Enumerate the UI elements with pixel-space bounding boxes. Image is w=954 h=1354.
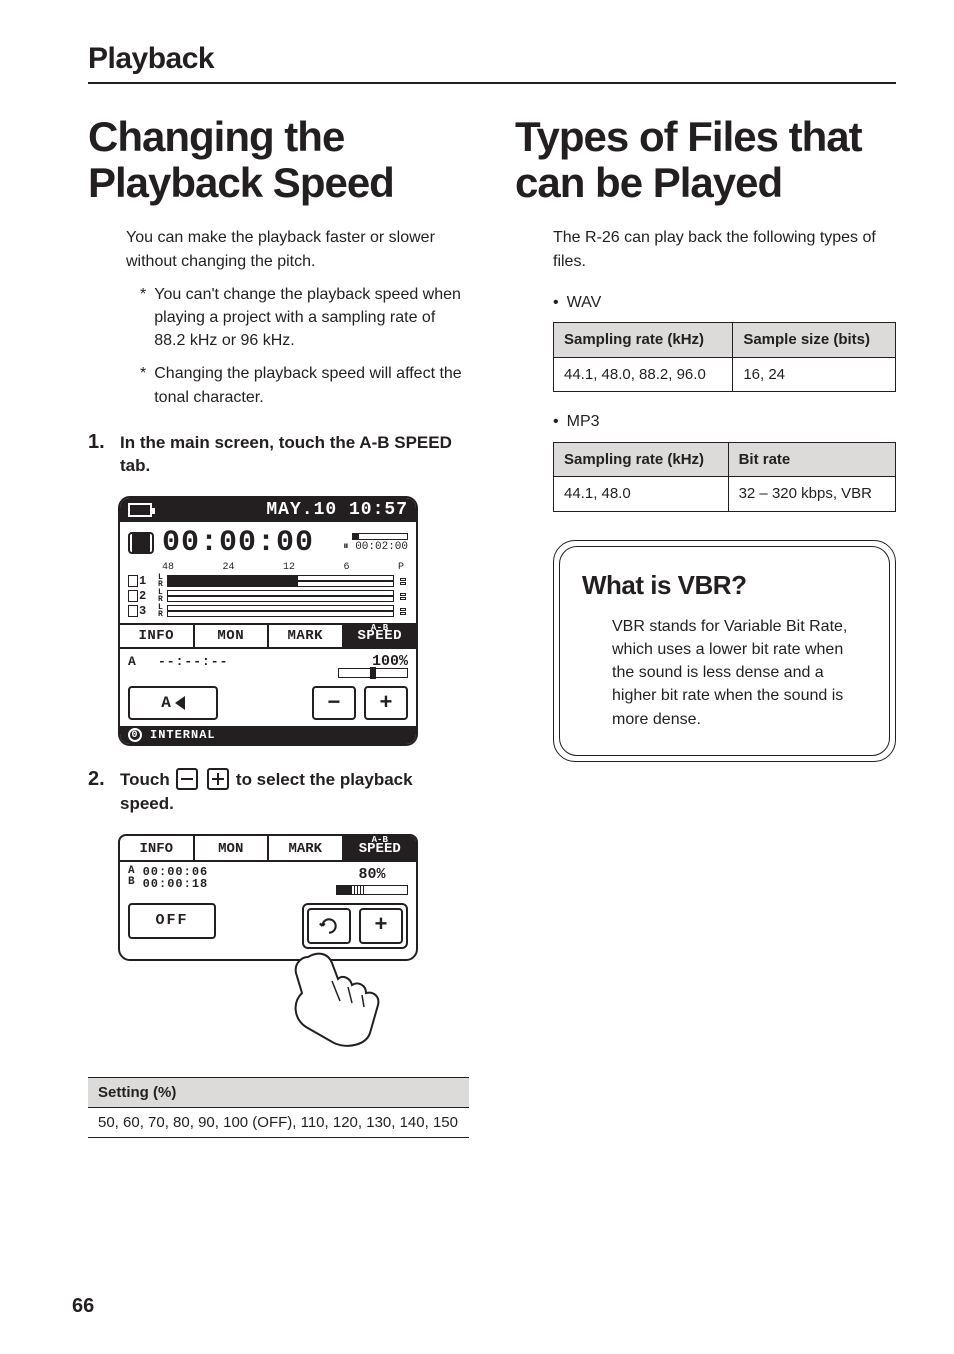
intro-text: You can make the playback faster or slow…	[126, 226, 469, 272]
loop-minus-icon	[319, 916, 339, 936]
level-meter	[167, 581, 394, 587]
scale-tick: 48	[162, 562, 174, 573]
step-2: 2. Touch to select the playback speed.	[88, 768, 469, 816]
tab-ab-speed[interactable]: A-BSPEED	[344, 625, 417, 647]
speed-slider	[338, 668, 408, 678]
note-item: * Changing the playback speed will affec…	[140, 362, 469, 408]
battery-icon	[128, 503, 152, 517]
right-column: Types of Files that can be Played The R-…	[515, 114, 896, 1138]
heading-changing-speed: Changing the Playback Speed	[88, 114, 469, 206]
lcd-speed-tab-figure: INFO MON MARK A-BSPEED AB 00:00:0600:00:…	[118, 834, 469, 1051]
remaining-time: 00:02:00	[355, 541, 408, 553]
scale-tick: 6	[343, 562, 349, 573]
note-text: You can't change the playback speed when…	[154, 283, 469, 353]
intro-text: The R-26 can play back the following typ…	[553, 226, 896, 272]
speaker-icon	[128, 575, 138, 587]
section-header: Playback	[88, 42, 896, 84]
table-header: Bit rate	[728, 442, 895, 477]
mp3-table: Sampling rate (kHz) Bit rate 44.1, 48.0 …	[553, 442, 896, 513]
note-text: Changing the playback speed will affect …	[154, 362, 469, 408]
vbr-callout: What is VBR? VBR stands for Variable Bit…	[553, 540, 896, 762]
callout-title: What is VBR?	[582, 567, 867, 605]
storage-index-icon: 0	[128, 728, 142, 742]
bullet-mp3: • MP3	[553, 410, 896, 433]
scale-tick: 24	[222, 562, 234, 573]
table-cell: 44.1, 48.0, 88.2, 96.0	[554, 357, 733, 392]
step-text: In the main screen, touch the A-B SPEED …	[120, 431, 469, 479]
tab-mon[interactable]: MON	[195, 836, 270, 860]
note-item: * You can't change the playback speed wh…	[140, 283, 469, 353]
table-header: Sample size (bits)	[733, 322, 896, 357]
table-header: Sampling rate (kHz)	[554, 442, 729, 477]
stop-icon	[128, 532, 154, 554]
tab-ab-speed[interactable]: A-BSPEED	[344, 836, 417, 860]
table-cell: 44.1, 48.0	[554, 477, 729, 512]
setting-values: 50, 60, 70, 80, 90, 100 (OFF), 110, 120,…	[88, 1107, 469, 1137]
setting-header: Setting (%)	[88, 1077, 469, 1107]
minus-icon	[176, 768, 198, 790]
speaker-icon	[128, 590, 138, 602]
asterisk-icon: *	[140, 362, 146, 408]
level-meter	[167, 596, 394, 602]
level-meter	[167, 611, 394, 617]
ab-off-button[interactable]: OFF	[128, 903, 216, 939]
speed-minus-button[interactable]	[307, 908, 351, 944]
asterisk-icon: *	[140, 283, 146, 353]
speed-plus-button[interactable]: +	[364, 686, 408, 720]
table-header: Sampling rate (kHz)	[554, 322, 733, 357]
tab-mark[interactable]: MARK	[269, 625, 344, 647]
heading-file-types: Types of Files that can be Played	[515, 114, 896, 206]
speaker-icon	[128, 605, 138, 617]
left-column: Changing the Playback Speed You can make…	[88, 114, 469, 1138]
bullet-wav: • WAV	[553, 291, 896, 314]
set-a-button[interactable]: A	[128, 686, 218, 720]
b-time: 00:00:18	[143, 877, 209, 891]
speed-percent: 80%	[336, 866, 408, 883]
scale-tick: 12	[283, 562, 295, 573]
setting-table: Setting (%) 50, 60, 70, 80, 90, 100 (OFF…	[88, 1077, 469, 1138]
a-time-empty: --:--:--	[158, 654, 362, 669]
step-text: Touch to select the playback speed.	[120, 768, 469, 816]
rewind-icon	[175, 696, 185, 710]
speed-plus-button[interactable]: +	[359, 908, 403, 944]
bullet-icon: •	[553, 410, 559, 433]
a-label: A	[128, 654, 148, 669]
tab-info[interactable]: INFO	[120, 836, 195, 860]
step-number: 1.	[88, 431, 110, 479]
step-1: 1. In the main screen, touch the A-B SPE…	[88, 431, 469, 479]
step-number: 2.	[88, 768, 110, 816]
datetime-label: MAY.10 10:57	[266, 500, 408, 520]
pause-icon: ⏸	[343, 541, 349, 553]
progress-bar	[352, 533, 408, 540]
storage-label: INTERNAL	[150, 728, 216, 742]
table-cell: 32 – 320 kbps, VBR	[728, 477, 895, 512]
wav-table: Sampling rate (kHz) Sample size (bits) 4…	[553, 322, 896, 393]
speed-minus-button[interactable]: −	[312, 686, 356, 720]
page-number: 66	[72, 1295, 94, 1318]
hand-pointer-icon	[288, 949, 398, 1049]
speed-slider	[336, 885, 408, 895]
tab-mark[interactable]: MARK	[269, 836, 344, 860]
lcd-main-screen-figure: MAY.10 10:57 00:00:00 ⏸ 00:02:00 48	[118, 496, 469, 746]
callout-body: VBR stands for Variable Bit Rate, which …	[612, 615, 867, 731]
section-title: Playback	[88, 42, 896, 76]
bullet-icon: •	[553, 291, 559, 314]
plus-icon	[207, 768, 229, 790]
tab-mon[interactable]: MON	[195, 625, 270, 647]
scale-tick: P	[398, 562, 404, 573]
elapsed-time: 00:00:00	[162, 526, 335, 560]
tab-info[interactable]: INFO	[120, 625, 195, 647]
table-cell: 16, 24	[733, 357, 896, 392]
